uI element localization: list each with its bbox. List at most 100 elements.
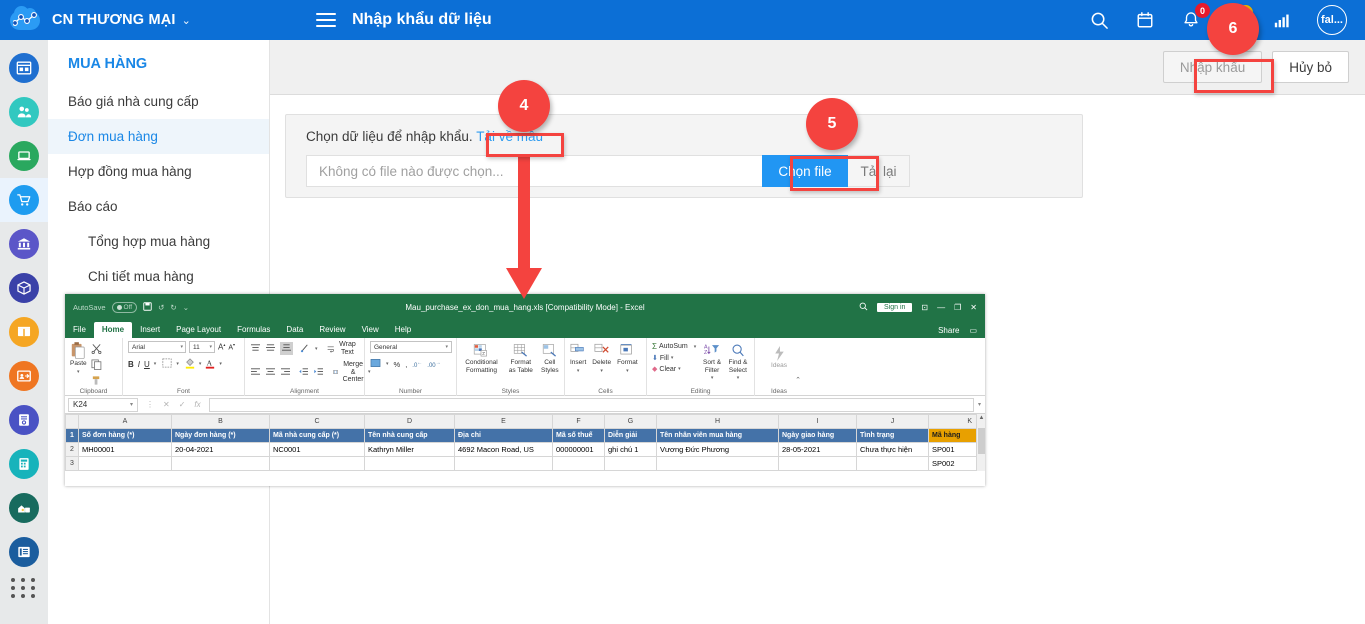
rail-item-products[interactable] <box>0 310 48 354</box>
share-button[interactable]: Share <box>938 326 959 335</box>
delete-cells-button[interactable]: Delete ▾ <box>592 342 611 374</box>
align-bottom-icon[interactable] <box>280 342 293 355</box>
format-cells-button[interactable]: Format ▾ <box>617 342 638 374</box>
cell-j3[interactable] <box>856 456 929 471</box>
app-logo[interactable] <box>0 0 50 40</box>
cell-f2[interactable]: 000000001 <box>552 442 605 457</box>
rail-item-accounting[interactable] <box>0 442 48 486</box>
cell-e1[interactable]: Địa chỉ <box>454 428 553 443</box>
conditional-formatting-button[interactable]: ≠ Conditional Formatting <box>462 342 501 374</box>
cell-k3[interactable]: SP002 <box>928 456 977 471</box>
font-name-input[interactable]: Arial ▾ <box>128 341 186 353</box>
orientation-dropdown-icon[interactable]: ▾ <box>315 346 318 352</box>
rail-item-inventory[interactable] <box>0 266 48 310</box>
accounting-dropdown-icon[interactable]: ▾ <box>386 361 389 367</box>
cell-h2[interactable]: Vương Đức Phương <box>656 442 779 457</box>
italic-button[interactable]: I <box>138 360 140 369</box>
app-launcher-grid-icon[interactable] <box>11 578 37 598</box>
paste-button[interactable]: Paste ▾ <box>70 342 87 375</box>
cell-g1[interactable]: Diễn giải <box>604 428 657 443</box>
menu-toggle-button[interactable] <box>316 13 337 27</box>
import-button[interactable]: Nhập khẩu <box>1162 51 1263 83</box>
rail-item-contacts[interactable] <box>0 90 48 134</box>
cell-a1[interactable]: Số đơn hàng (*) <box>78 428 172 443</box>
font-size-input[interactable]: 11 ▾ <box>189 341 215 353</box>
copy-icon[interactable] <box>91 359 102 372</box>
comments-icon[interactable]: ▭ <box>969 326 977 335</box>
comma-style-button[interactable]: , <box>405 360 407 369</box>
insert-function-icon[interactable]: fx <box>194 400 200 409</box>
number-format-select[interactable]: General ▾ <box>370 341 452 353</box>
column-header-g[interactable]: G <box>604 414 657 429</box>
cell-f1[interactable]: Mã số thuế <box>552 428 605 443</box>
column-header-d[interactable]: D <box>364 414 455 429</box>
percent-style-button[interactable]: % <box>394 360 401 369</box>
avatar[interactable]: fal... <box>1317 5 1347 35</box>
rail-item-purchasing[interactable] <box>0 178 48 222</box>
align-right-icon[interactable] <box>280 367 291 378</box>
sidebar-item-reports[interactable]: Báo cáo <box>48 189 269 224</box>
cell-c3[interactable] <box>269 456 365 471</box>
rail-item-documents[interactable] <box>0 530 48 574</box>
increase-indent-icon[interactable] <box>313 367 324 378</box>
row-header-1[interactable]: 1 <box>65 428 79 443</box>
clear-button[interactable]: ◆ Clear ▾ <box>652 365 696 374</box>
tab-help[interactable]: Help <box>387 322 419 338</box>
cell-h1[interactable]: Tên nhân viên mua hàng <box>656 428 779 443</box>
cell-j1[interactable]: Tình trạng <box>856 428 929 443</box>
download-template-link[interactable]: Tải về mẫu <box>476 129 543 144</box>
sidebar-item-purchase-detail[interactable]: Chi tiết mua hàng <box>48 259 269 294</box>
decrease-font-size-icon[interactable]: A▾ <box>228 342 235 351</box>
tab-view[interactable]: View <box>354 322 387 338</box>
tab-data[interactable]: Data <box>278 322 311 338</box>
decrease-decimal-icon[interactable]: .00→ <box>427 360 440 369</box>
select-all-corner[interactable] <box>65 414 79 429</box>
sidebar-item-supplier-quote[interactable]: Báo giá nhà cung cấp <box>48 84 269 119</box>
cell-g3[interactable] <box>604 456 657 471</box>
align-middle-icon[interactable] <box>265 343 276 354</box>
fill-color-dropdown-icon[interactable]: ▾ <box>199 361 202 367</box>
orientation-icon[interactable] <box>300 343 311 355</box>
cell-b3[interactable] <box>171 456 270 471</box>
fill-color-icon[interactable] <box>185 357 195 371</box>
cell-b1[interactable]: Ngày đơn hàng (*) <box>171 428 270 443</box>
vertical-scrollbar[interactable]: ▲ <box>976 414 985 471</box>
rail-item-assets[interactable] <box>0 486 48 530</box>
decrease-indent-icon[interactable] <box>298 367 309 378</box>
cell-d2[interactable]: Kathryn Miller <box>364 442 455 457</box>
scrollbar-thumb[interactable] <box>978 428 985 454</box>
column-header-j[interactable]: J <box>856 414 929 429</box>
cancel-button[interactable]: Hủy bỏ <box>1272 51 1349 83</box>
row-header-2[interactable]: 2 <box>65 442 79 457</box>
borders-icon[interactable] <box>162 358 172 370</box>
collapse-ribbon-icon[interactable]: ⌃ <box>795 376 801 384</box>
cell-e3[interactable] <box>454 456 553 471</box>
name-box[interactable]: K24 ▾ <box>68 397 138 412</box>
tab-formulas[interactable]: Formulas <box>229 322 278 338</box>
align-left-icon[interactable] <box>250 367 261 378</box>
confirm-entry-icon[interactable]: ✓ <box>179 400 186 409</box>
cell-a3[interactable] <box>78 456 172 471</box>
column-header-c[interactable]: C <box>269 414 365 429</box>
align-top-icon[interactable] <box>250 343 261 354</box>
sidebar-item-purchase-summary[interactable]: Tổng hợp mua hàng <box>48 224 269 259</box>
cell-j2[interactable]: Chưa thực hiện <box>856 442 929 457</box>
column-header-f[interactable]: F <box>552 414 605 429</box>
wrap-text-button[interactable]: Wrap Text <box>327 341 359 356</box>
cell-k1[interactable]: Mã hàng <box>928 428 977 443</box>
underline-button[interactable]: U <box>144 360 150 369</box>
column-header-k[interactable]: K <box>928 414 977 429</box>
align-center-icon[interactable] <box>265 367 276 378</box>
cell-d3[interactable] <box>364 456 455 471</box>
tab-page-layout[interactable]: Page Layout <box>168 322 229 338</box>
column-header-a[interactable]: A <box>78 414 172 429</box>
reload-button[interactable]: Tải lại <box>848 155 910 187</box>
column-header-e[interactable]: E <box>454 414 553 429</box>
cell-i3[interactable] <box>778 456 857 471</box>
cell-i2[interactable]: 28-05-2021 <box>778 442 857 457</box>
column-header-h[interactable]: H <box>656 414 779 429</box>
cut-icon[interactable] <box>91 343 102 356</box>
cell-d1[interactable]: Tên nhà cung cấp <box>364 428 455 443</box>
font-color-dropdown-icon[interactable]: ▾ <box>219 361 222 367</box>
tab-insert[interactable]: Insert <box>132 322 168 338</box>
